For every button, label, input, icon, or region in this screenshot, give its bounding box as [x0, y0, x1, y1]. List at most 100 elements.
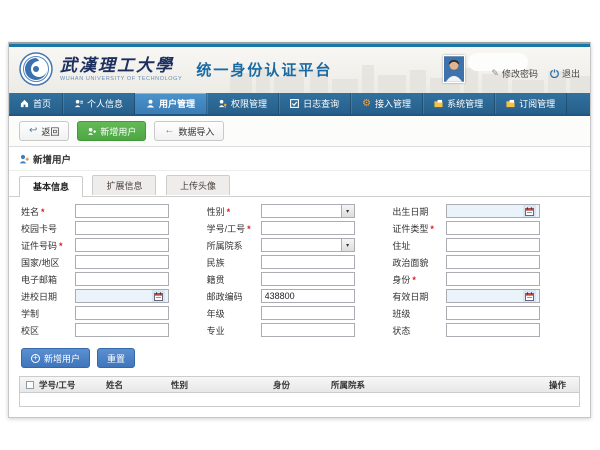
- col-gender: 性别: [168, 379, 270, 391]
- calendar-icon[interactable]: [152, 290, 165, 302]
- chevron-down-icon: ▾: [341, 205, 354, 217]
- form-actions: + 新增用户 重置: [9, 341, 590, 376]
- nav-label: 个人信息: [87, 97, 123, 110]
- select-all-checkbox[interactable]: [26, 381, 34, 389]
- university-name: 武漢理工大學: [60, 57, 182, 75]
- field-label: 姓名*: [21, 205, 75, 218]
- field-label-text: 邮政编码: [207, 292, 243, 302]
- reset-button[interactable]: 重置: [97, 348, 135, 368]
- nav-item-log-query[interactable]: 日志查询: [279, 93, 351, 114]
- table-header-row: 学号/工号 姓名 性别 身份 所属院系 操作: [20, 377, 579, 393]
- field-label: 学制: [21, 307, 75, 320]
- university-english-name: WUHAN UNIVERSITY OF TECHNOLOGY: [60, 76, 182, 82]
- nav-item-permission-management[interactable]: 权限管理: [207, 93, 279, 114]
- app-window: 武漢理工大學 WUHAN UNIVERSITY OF TECHNOLOGY 统一…: [8, 42, 591, 418]
- field-department: 所属院系 ▾: [207, 238, 393, 252]
- field-id-type: 证件类型*: [392, 221, 578, 235]
- required-mark: *: [247, 224, 251, 234]
- major-input[interactable]: [261, 323, 355, 337]
- pencil-icon: ✎: [491, 68, 499, 79]
- field-label-text: 证件类型: [392, 224, 428, 234]
- campus-input[interactable]: [75, 323, 169, 337]
- nav-item-home[interactable]: 首页: [9, 93, 63, 114]
- country-input[interactable]: [75, 255, 169, 269]
- col-name: 姓名: [103, 379, 168, 391]
- name-input[interactable]: [75, 204, 169, 218]
- schooling-length-input[interactable]: [75, 306, 169, 320]
- university-logo: [19, 52, 53, 86]
- field-label-text: 电子邮箱: [21, 275, 57, 285]
- field-label: 证件类型*: [392, 222, 446, 235]
- power-icon: [550, 69, 559, 78]
- address-input[interactable]: [446, 238, 540, 252]
- change-password-link[interactable]: ✎ 修改密码: [491, 67, 538, 80]
- nav-item-user-management[interactable]: 用户管理: [135, 93, 207, 114]
- field-label: 学号/工号*: [207, 222, 261, 235]
- student-no-input[interactable]: [261, 221, 355, 235]
- status-input[interactable]: [446, 323, 540, 337]
- calendar-icon[interactable]: [523, 290, 536, 302]
- identity-input[interactable]: [446, 272, 540, 286]
- nav-label: 系统管理: [447, 97, 483, 110]
- id-type-input[interactable]: [446, 221, 540, 235]
- gender-select[interactable]: ▾: [261, 204, 355, 218]
- field-label-text: 班级: [392, 309, 410, 319]
- tab-upload-photo[interactable]: 上传头像: [166, 175, 230, 195]
- field-label: 有效日期: [392, 290, 446, 303]
- plus-circle-icon: +: [31, 354, 40, 363]
- section-title: 新增用户: [33, 152, 71, 166]
- field-label: 政治面貌: [392, 256, 446, 269]
- university-name-block: 武漢理工大學 WUHAN UNIVERSITY OF TECHNOLOGY: [60, 57, 182, 82]
- campus-card-input[interactable]: [75, 221, 169, 235]
- native-place-input[interactable]: [261, 272, 355, 286]
- class-input[interactable]: [446, 306, 540, 320]
- user-avatar[interactable]: [443, 55, 465, 83]
- nav-item-system-management[interactable]: 系统管理: [423, 93, 495, 114]
- submit-label: 新增用户: [44, 352, 80, 365]
- field-label-text: 国家/地区: [21, 258, 60, 268]
- enroll-date-input[interactable]: [75, 289, 169, 303]
- email-input[interactable]: [75, 272, 169, 286]
- tab-basic-info[interactable]: 基本信息: [19, 176, 83, 197]
- nav-item-subscription-management[interactable]: 订阅管理: [495, 93, 567, 114]
- postal-code-input[interactable]: [261, 289, 355, 303]
- nav-label: 订阅管理: [519, 97, 555, 110]
- field-campus: 校区: [21, 323, 207, 337]
- nav-item-access-management[interactable]: ⚙ 接入管理: [351, 93, 423, 114]
- back-button[interactable]: ↩ 返回: [19, 121, 69, 141]
- department-select[interactable]: ▾: [261, 238, 355, 252]
- tab-extended-info[interactable]: 扩展信息: [92, 175, 156, 195]
- field-id-number: 证件号码*: [21, 238, 207, 252]
- add-user-label: 新增用户: [100, 125, 136, 138]
- nav-item-profile[interactable]: 个人信息: [63, 93, 135, 114]
- field-status: 状态: [392, 323, 578, 337]
- field-label-text: 进校日期: [21, 292, 57, 302]
- logout-link[interactable]: 退出: [550, 67, 580, 80]
- required-mark: *: [430, 224, 434, 234]
- permission-key-icon: [218, 99, 227, 108]
- required-mark: *: [59, 241, 63, 251]
- field-label-text: 姓名: [21, 207, 39, 217]
- field-enroll-date: 进校日期: [21, 289, 207, 303]
- ethnicity-input[interactable]: [261, 255, 355, 269]
- field-label-text: 籍贯: [207, 275, 225, 285]
- grade-input[interactable]: [261, 306, 355, 320]
- field-label-text: 校园卡号: [21, 224, 57, 234]
- calendar-icon[interactable]: [523, 205, 536, 217]
- field-label: 性别*: [207, 205, 261, 218]
- field-label: 国家/地区: [21, 256, 75, 269]
- submit-add-user-button[interactable]: + 新增用户: [21, 348, 90, 368]
- field-label-text: 校区: [21, 326, 39, 336]
- field-email: 电子邮箱: [21, 272, 207, 286]
- birth-date-input[interactable]: [446, 204, 540, 218]
- add-user-toolbar-button[interactable]: 新增用户: [77, 121, 146, 141]
- section-title-bar: 新增用户: [9, 147, 590, 171]
- valid-date-input[interactable]: [446, 289, 540, 303]
- required-mark: *: [227, 207, 231, 217]
- data-import-button[interactable]: ← 数据导入: [154, 121, 224, 141]
- page-header: 武漢理工大學 WUHAN UNIVERSITY OF TECHNOLOGY 统一…: [9, 47, 590, 93]
- id-number-input[interactable]: [75, 238, 169, 252]
- field-student-no: 学号/工号*: [207, 221, 393, 235]
- political-status-input[interactable]: [446, 255, 540, 269]
- field-label: 校园卡号: [21, 222, 75, 235]
